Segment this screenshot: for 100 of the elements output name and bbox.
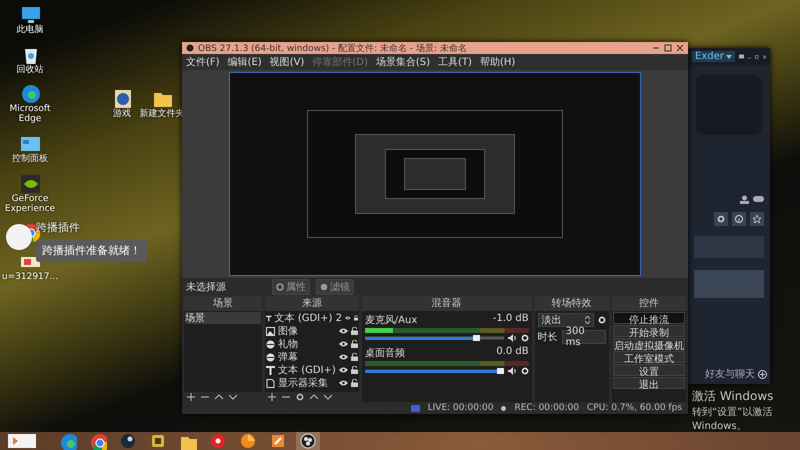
move-down-icon[interactable] <box>324 393 332 401</box>
maximize-icon[interactable] <box>664 44 672 52</box>
slider-thumb[interactable] <box>472 335 480 341</box>
toolbar-button[interactable]: 属性 <box>272 279 310 295</box>
add-icon[interactable] <box>187 393 195 401</box>
add-icon[interactable] <box>268 393 276 401</box>
cpu-fps-readout: CPU: 0.7%, 60.00 fps <box>587 403 682 413</box>
lock-icon[interactable] <box>354 314 358 322</box>
channel-name: 桌面音频 <box>364 346 405 360</box>
live-timer: LIVE: 00:00:00 <box>428 403 494 413</box>
desktop-icon-label: 回收站 <box>16 64 44 75</box>
star-icon[interactable] <box>753 215 761 223</box>
lock-icon[interactable] <box>350 379 358 387</box>
info-icon[interactable] <box>735 215 743 223</box>
control-button[interactable]: 设置 <box>612 364 686 376</box>
scene-item[interactable]: 场景 <box>185 312 262 324</box>
menu-item[interactable]: 文件(F) <box>186 55 220 69</box>
friends-chat-link[interactable]: 好友与聊天 <box>705 367 755 381</box>
lock-icon[interactable] <box>350 340 358 348</box>
lock-icon[interactable] <box>350 353 358 361</box>
eye-logo-icon[interactable] <box>20 172 40 193</box>
panel-header: 转场特效 <box>534 296 609 311</box>
panel-header: 控件 <box>612 296 686 311</box>
notification-title: 跨播插件 <box>36 220 81 235</box>
gear-icon[interactable] <box>598 316 606 324</box>
gear-icon[interactable] <box>296 393 304 401</box>
source-item[interactable]: 显示器采集 <box>278 376 336 390</box>
record-dot-icon <box>501 406 506 410</box>
move-up-icon[interactable] <box>215 393 223 401</box>
gear-icon[interactable] <box>717 215 725 223</box>
source-item[interactable]: 图像 <box>278 324 336 338</box>
panel-bar <box>694 270 764 298</box>
page-icon <box>266 378 276 388</box>
maximize-icon[interactable] <box>755 54 759 60</box>
menu-item[interactable]: 编辑(E) <box>228 55 262 69</box>
move-up-icon[interactable] <box>310 393 318 401</box>
eye-icon[interactable] <box>338 380 348 386</box>
menu-item[interactable]: 场景集合(S) <box>376 55 430 69</box>
close-icon[interactable] <box>676 44 684 52</box>
panel-header: 来源 <box>265 296 359 311</box>
chrome-browser-icon[interactable] <box>89 432 107 450</box>
source-item[interactable]: 文本 (GDI+) <box>278 363 336 377</box>
source-item[interactable]: 弹幕 <box>278 350 336 364</box>
gear-icon[interactable] <box>520 367 529 375</box>
desktop-icon-label: GeForce Experience <box>4 194 56 214</box>
transition-dropdown[interactable]: 淡出 <box>538 313 594 327</box>
desktop-icon-label: 新建文件夹 <box>140 109 184 119</box>
desktop-icon-label: Microsoft Edge <box>8 104 52 124</box>
image-icon <box>266 326 276 336</box>
lock-icon[interactable] <box>350 366 358 374</box>
desktop-icon-label: 此电脑 <box>16 25 44 35</box>
speaker-icon[interactable] <box>508 334 517 342</box>
lock-icon[interactable] <box>350 327 358 335</box>
game-file-icon[interactable] <box>112 88 132 108</box>
panel-header: 混音器 <box>362 296 532 311</box>
control-button[interactable]: 工作室模式 <box>612 351 686 363</box>
gear-icon[interactable] <box>520 334 529 342</box>
eye-icon[interactable] <box>338 367 348 373</box>
slider-thumb[interactable] <box>496 368 504 374</box>
eye-icon[interactable] <box>344 315 350 321</box>
notification-message: 跨播插件准备就绪！ <box>36 239 147 262</box>
menu-item[interactable]: 工具(T) <box>438 55 472 69</box>
screen-icon[interactable] <box>738 53 744 60</box>
computer-icon[interactable] <box>20 4 40 24</box>
control-button[interactable]: 停止推流 <box>612 312 686 324</box>
gear-icon <box>276 283 284 291</box>
app-icon[interactable] <box>149 432 167 450</box>
control-button[interactable]: 开始录制 <box>612 325 686 337</box>
volume-slider[interactable] <box>364 368 504 374</box>
eye-icon[interactable] <box>338 341 348 347</box>
desktop-icon-label: u=312917... <box>2 272 58 282</box>
caret-icon <box>726 54 732 58</box>
transition-value: 淡出 <box>542 314 562 327</box>
text-icon <box>266 366 276 374</box>
eye-icon[interactable] <box>338 328 348 334</box>
volume-slider[interactable] <box>364 335 504 341</box>
eye-icon[interactable] <box>338 354 348 360</box>
activation-message: 转到“设置”以激活 Windows。 <box>692 406 774 433</box>
add-icon[interactable] <box>758 370 767 378</box>
source-item[interactable]: 文本 (GDI+) 2 <box>274 311 342 325</box>
obs-icon[interactable] <box>299 432 317 450</box>
control-button[interactable]: 启动虚拟摄像机 <box>612 338 686 350</box>
menu-item[interactable]: 视图(V) <box>270 55 304 69</box>
source-item[interactable]: 礼物 <box>278 337 336 351</box>
menu-item[interactable]: 帮助(H) <box>480 55 516 69</box>
spinner-icon <box>584 316 590 324</box>
pie-app-icon[interactable] <box>239 432 257 450</box>
account-menu[interactable]: Exder <box>692 51 735 62</box>
speaker-icon[interactable] <box>508 367 517 375</box>
close-icon[interactable] <box>762 54 766 60</box>
steam-icon[interactable] <box>119 432 137 450</box>
move-down-icon[interactable] <box>229 393 237 401</box>
no-source-label: 未选择源 <box>186 280 227 294</box>
avatar-toast <box>6 224 32 250</box>
volume-reading: -1.0 dB <box>492 313 529 326</box>
control-button[interactable]: 退出 <box>612 377 686 389</box>
desktop-icon-label: 游戏 <box>113 109 131 119</box>
user-icon[interactable] <box>740 195 749 204</box>
toolbar-button[interactable]: 滤镜 <box>316 279 354 295</box>
tool-app-icon[interactable] <box>269 432 287 450</box>
